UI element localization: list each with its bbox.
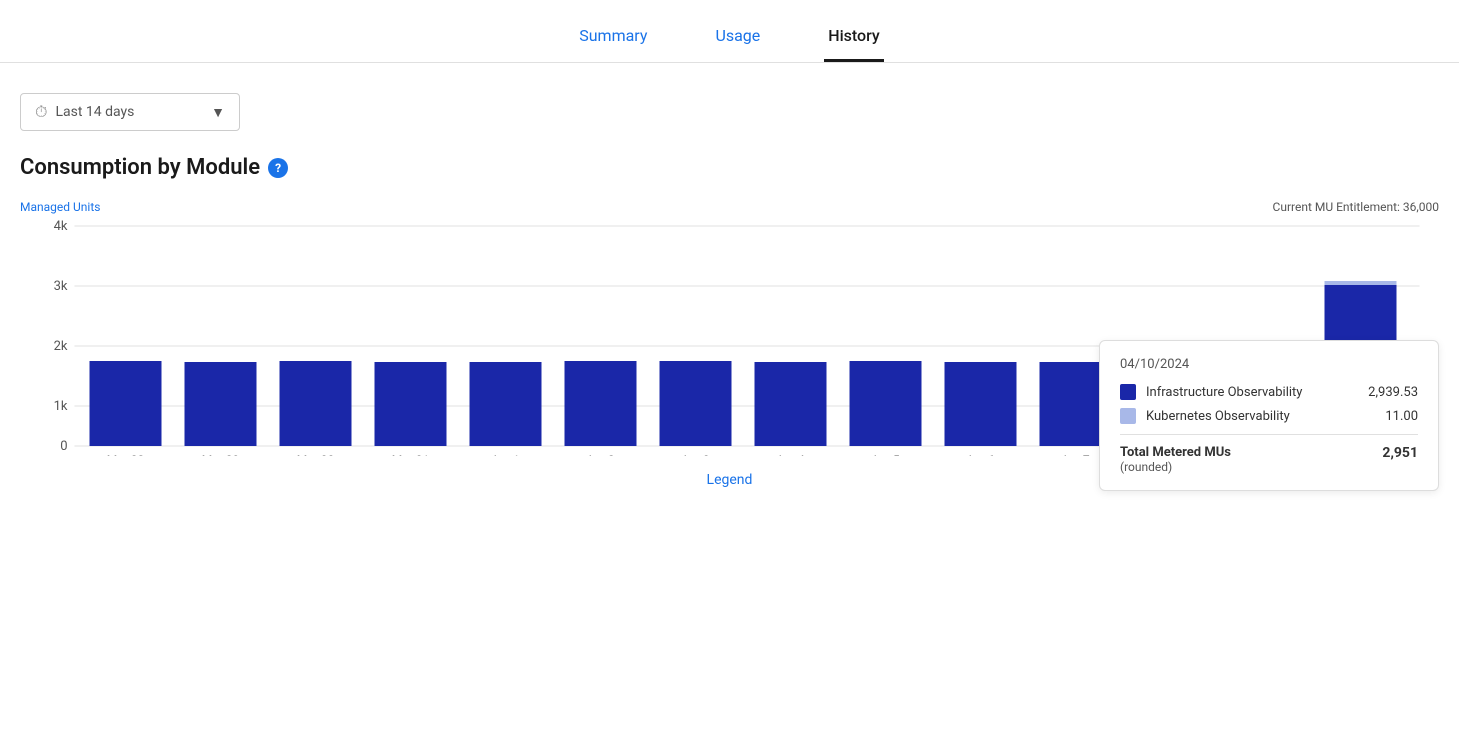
bar-apr5 <box>850 361 922 446</box>
svg-text:Apr 4: Apr 4 <box>776 453 805 456</box>
svg-text:4k: 4k <box>54 219 68 234</box>
tab-summary[interactable]: Summary <box>575 16 651 62</box>
bar-mar31 <box>375 362 447 446</box>
bar-apr2 <box>565 361 637 446</box>
svg-text:Apr 1: Apr 1 <box>491 453 519 456</box>
tooltip-total-label: Total Metered MUs <box>1120 445 1231 460</box>
tab-history[interactable]: History <box>824 16 884 62</box>
bar-apr1 <box>470 362 542 446</box>
svg-text:Mar 29: Mar 29 <box>202 453 240 456</box>
k8s-value: 11.00 <box>1385 409 1418 424</box>
tooltip-total-row: Total Metered MUs (rounded) 2,951 <box>1120 445 1418 474</box>
tab-usage[interactable]: Usage <box>711 16 764 62</box>
date-filter-dropdown[interactable]: ⏱ Last 14 days ▼ <box>20 93 240 131</box>
svg-text:Apr 5: Apr 5 <box>871 453 900 456</box>
infra-value: 2,939.53 <box>1368 385 1418 400</box>
svg-text:0: 0 <box>60 439 67 454</box>
svg-text:Mar 30: Mar 30 <box>297 453 335 456</box>
chart-labels-row: Managed Units Current MU Entitlement: 36… <box>20 200 1439 214</box>
k8s-label: Kubernetes Observability <box>1146 409 1375 424</box>
section-title: Consumption by Module <box>20 155 260 180</box>
infra-color-swatch <box>1120 384 1136 400</box>
tooltip-row-k8s: Kubernetes Observability 11.00 <box>1120 408 1418 424</box>
clock-icon: ⏱ <box>35 102 47 122</box>
bar-apr4 <box>755 362 827 446</box>
svg-text:Apr 6: Apr 6 <box>966 453 995 456</box>
svg-text:Apr 3: Apr 3 <box>681 453 709 456</box>
tooltip-total-value: 2,951 <box>1382 445 1418 474</box>
date-filter-label: Last 14 days <box>55 104 134 120</box>
k8s-color-swatch <box>1120 408 1136 424</box>
svg-text:2k: 2k <box>54 339 68 354</box>
bar-apr6 <box>945 362 1017 446</box>
legend-link[interactable]: Legend <box>707 472 753 488</box>
tooltip-date: 04/10/2024 <box>1120 357 1418 372</box>
bar-mar29 <box>185 362 257 446</box>
top-nav: Summary Usage History <box>0 0 1459 63</box>
help-icon[interactable]: ? <box>268 158 288 178</box>
svg-text:3k: 3k <box>54 279 68 294</box>
tooltip-total-sublabel: (rounded) <box>1120 460 1231 474</box>
svg-text:Mar 31: Mar 31 <box>392 453 430 456</box>
svg-text:Apr 7: Apr 7 <box>1061 453 1090 456</box>
tooltip-total-label-group: Total Metered MUs (rounded) <box>1120 445 1231 474</box>
entitlement-label: Current MU Entitlement: 36,000 <box>1273 200 1439 214</box>
bar-apr10-k8s <box>1325 281 1397 285</box>
tooltip-row-infra: Infrastructure Observability 2,939.53 <box>1120 384 1418 400</box>
section-title-row: Consumption by Module ? <box>20 155 1439 180</box>
y-axis-label: Managed Units <box>20 200 100 214</box>
main-content: ⏱ Last 14 days ▼ Consumption by Module ?… <box>0 93 1459 488</box>
infra-label: Infrastructure Observability <box>1146 385 1358 400</box>
bar-mar28 <box>90 361 162 446</box>
chevron-down-icon: ▼ <box>211 104 225 121</box>
svg-text:1k: 1k <box>54 399 68 414</box>
bar-mar30 <box>280 361 352 446</box>
tooltip-card: 04/10/2024 Infrastructure Observability … <box>1099 340 1439 491</box>
svg-text:Mar 28: Mar 28 <box>107 453 145 456</box>
svg-text:Apr 2: Apr 2 <box>586 453 615 456</box>
tooltip-divider <box>1120 434 1418 435</box>
bar-apr3 <box>660 361 732 446</box>
